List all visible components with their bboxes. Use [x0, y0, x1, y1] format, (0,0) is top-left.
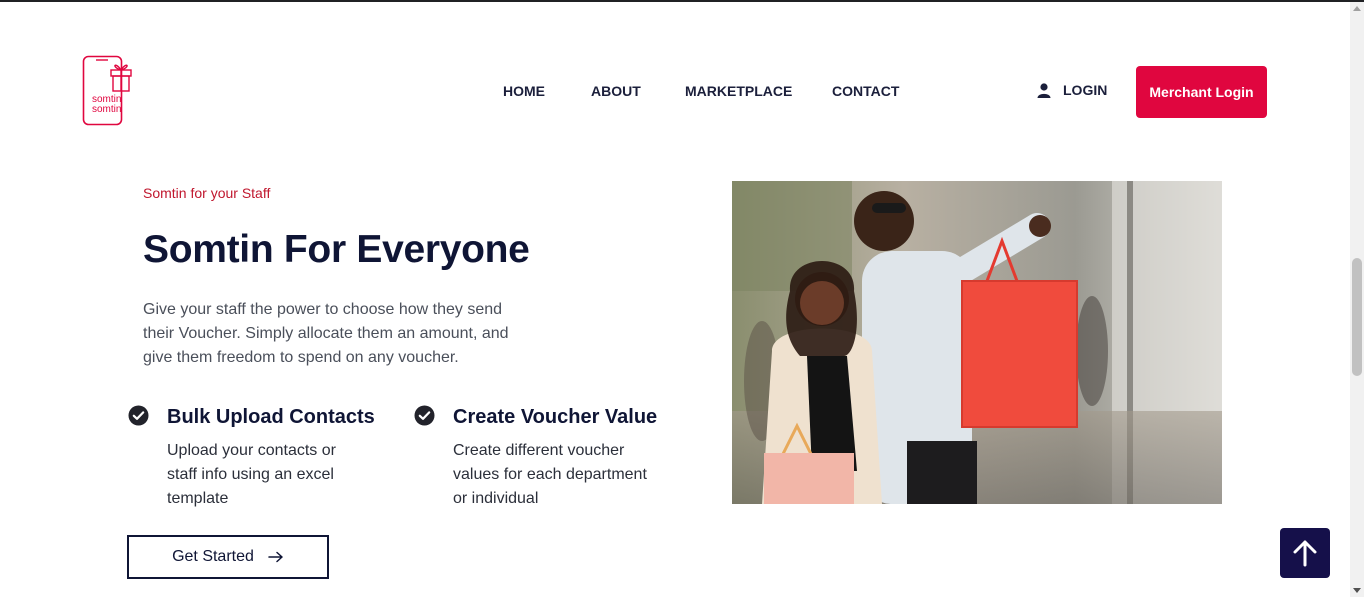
scroll-down-arrow-icon[interactable] [1353, 588, 1361, 593]
arrow-up-icon [1293, 540, 1317, 567]
login-link[interactable]: LOGIN [1037, 82, 1107, 98]
nav-about[interactable]: ABOUT [591, 83, 641, 99]
somtin-logo[interactable]: somtin somtin [82, 55, 136, 127]
feature-description: Create different voucher values for each… [453, 442, 647, 507]
feature-description: Upload your contacts or staff info using… [167, 442, 336, 507]
hero-description: Give your staff the power to choose how … [143, 301, 509, 366]
get-started-button[interactable]: Get Started [127, 535, 329, 579]
login-label: LOGIN [1063, 82, 1108, 98]
arrow-right-icon [268, 551, 283, 563]
check-circle-icon [414, 405, 435, 426]
svg-text:somtin: somtin [92, 104, 121, 115]
get-started-label: Get Started [172, 548, 254, 565]
feature-title: Bulk Upload Contacts [167, 406, 375, 428]
scroll-to-top-button[interactable] [1280, 528, 1330, 578]
feature-title: Create Voucher Value [453, 406, 658, 428]
check-circle-icon [128, 405, 149, 426]
gift-phone-logo-icon: somtin somtin [82, 55, 132, 126]
nav-contact[interactable]: CONTACT [832, 83, 899, 99]
nav-marketplace[interactable]: MARKETPLACE [685, 83, 792, 99]
hero-title: Somtin For Everyone [143, 228, 530, 271]
page-scrollbar[interactable] [1350, 2, 1364, 597]
scrollbar-thumb[interactable] [1352, 258, 1362, 376]
nav-home[interactable]: HOME [503, 83, 545, 99]
merchant-login-button[interactable]: Merchant Login [1136, 66, 1267, 118]
couple-shopping-photo [732, 181, 1222, 504]
hero-eyebrow: Somtin for your Staff [143, 185, 271, 201]
scroll-up-arrow-icon[interactable] [1353, 6, 1361, 11]
window-top-border [0, 0, 1364, 2]
user-icon [1037, 82, 1051, 98]
